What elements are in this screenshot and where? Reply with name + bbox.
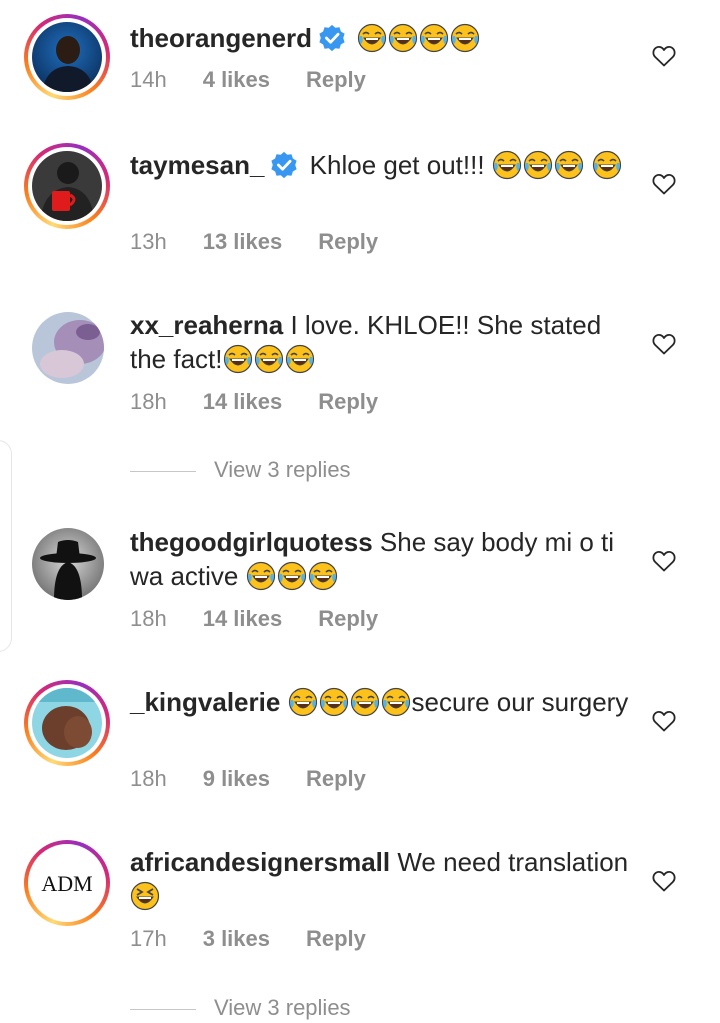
reply-button[interactable]: Reply (306, 926, 366, 951)
view-replies-label: View 3 replies (214, 995, 351, 1020)
comment-username[interactable]: taymesan_ (130, 150, 264, 180)
comment-meta: 14h 4 likes Reply (130, 67, 366, 93)
comment-body: africandesignersmall We need translation (130, 845, 630, 913)
reply-button[interactable]: Reply (318, 389, 378, 414)
comment-body: xx_reaherna I love. KHLOE!! She stated t… (130, 308, 630, 376)
heart-outline-icon[interactable] (652, 550, 676, 572)
tears-of-joy-emoji (523, 150, 553, 180)
avatar[interactable] (32, 312, 104, 384)
tears-of-joy-emoji (592, 150, 622, 180)
comment-meta: 17h 3 likes Reply (130, 926, 366, 952)
view-replies-label: View 3 replies (214, 457, 351, 482)
tears-of-joy-emoji (285, 344, 315, 374)
comment-meta: 18h 9 likes Reply (130, 766, 366, 792)
comment-body: taymesan_ Khloe get out!!! (130, 148, 630, 182)
avatar[interactable] (24, 143, 110, 229)
reply-button[interactable]: Reply (318, 229, 378, 254)
avatar[interactable] (24, 14, 110, 100)
avatar[interactable] (32, 528, 104, 600)
comment-likes[interactable]: 3 likes (203, 926, 270, 951)
comment-likes[interactable]: 13 likes (203, 229, 283, 254)
comment-time: 18h (130, 766, 167, 791)
tears-of-joy-emoji (246, 561, 276, 591)
tears-of-joy-emoji (450, 23, 480, 53)
avatar[interactable]: ADM (24, 840, 110, 926)
tears-of-joy-emoji (419, 23, 449, 53)
comment-username[interactable]: xx_reaherna (130, 310, 283, 340)
comment-meta: 18h 14 likes Reply (130, 389, 378, 415)
comment-likes[interactable]: 4 likes (203, 67, 270, 92)
comments-screen: theorangenerd 14h 4 likes Reply taymesan_ (0, 0, 720, 1023)
heart-outline-icon[interactable] (652, 710, 676, 732)
tears-of-joy-emoji (277, 561, 307, 591)
avatar[interactable] (24, 680, 110, 766)
divider-line (130, 470, 196, 472)
comment-time: 17h (130, 926, 167, 951)
heart-outline-icon[interactable] (652, 173, 676, 195)
tears-of-joy-emoji (381, 687, 411, 717)
comment-likes[interactable]: 14 likes (203, 606, 283, 631)
comment-text: We need translation (397, 847, 629, 877)
divider-line (130, 1008, 196, 1010)
comment-time: 18h (130, 389, 167, 414)
heart-outline-icon[interactable] (652, 870, 676, 892)
reply-button[interactable]: Reply (306, 67, 366, 92)
verified-badge-icon (270, 151, 298, 179)
tears-of-joy-emoji (492, 150, 522, 180)
comment-body: thegoodgirlquotess She say body mi o ti … (130, 525, 630, 593)
tears-of-joy-emoji (254, 344, 284, 374)
comment-body: _kingvalerie secure our surgery (130, 685, 630, 719)
grinning-squint-emoji (130, 881, 160, 911)
reply-button[interactable]: Reply (306, 766, 366, 791)
comment-body: theorangenerd (130, 21, 630, 55)
view-replies-button[interactable]: View 3 replies (130, 995, 351, 1021)
tears-of-joy-emoji (319, 687, 349, 717)
tears-of-joy-emoji (350, 687, 380, 717)
comment-meta: 13h 13 likes Reply (130, 229, 378, 255)
comment-likes[interactable]: 9 likes (203, 766, 270, 791)
heart-outline-icon[interactable] (652, 45, 676, 67)
comment-username[interactable]: thegoodgirlquotess (130, 527, 373, 557)
heart-outline-icon[interactable] (652, 333, 676, 355)
comment-text: Khloe get out!!! (309, 150, 485, 180)
edge-panel (0, 440, 12, 652)
comment-username[interactable]: _kingvalerie (130, 687, 280, 717)
comment-time: 13h (130, 229, 167, 254)
comment-time: 14h (130, 67, 167, 92)
comment-username[interactable]: africandesignersmall (130, 847, 390, 877)
comment-meta: 18h 14 likes Reply (130, 606, 378, 632)
comment-time: 18h (130, 606, 167, 631)
tears-of-joy-emoji (554, 150, 584, 180)
reply-button[interactable]: Reply (318, 606, 378, 631)
tears-of-joy-emoji (357, 23, 387, 53)
adm-logo-text: ADM (41, 871, 92, 896)
comment-likes[interactable]: 14 likes (203, 389, 283, 414)
verified-badge-icon (318, 24, 346, 52)
comment-username[interactable]: theorangenerd (130, 23, 312, 53)
view-replies-button[interactable]: View 3 replies (130, 457, 351, 483)
tears-of-joy-emoji (388, 23, 418, 53)
tears-of-joy-emoji (288, 687, 318, 717)
comment-text: secure our surgery (411, 687, 629, 717)
tears-of-joy-emoji (223, 344, 253, 374)
tears-of-joy-emoji (308, 561, 338, 591)
